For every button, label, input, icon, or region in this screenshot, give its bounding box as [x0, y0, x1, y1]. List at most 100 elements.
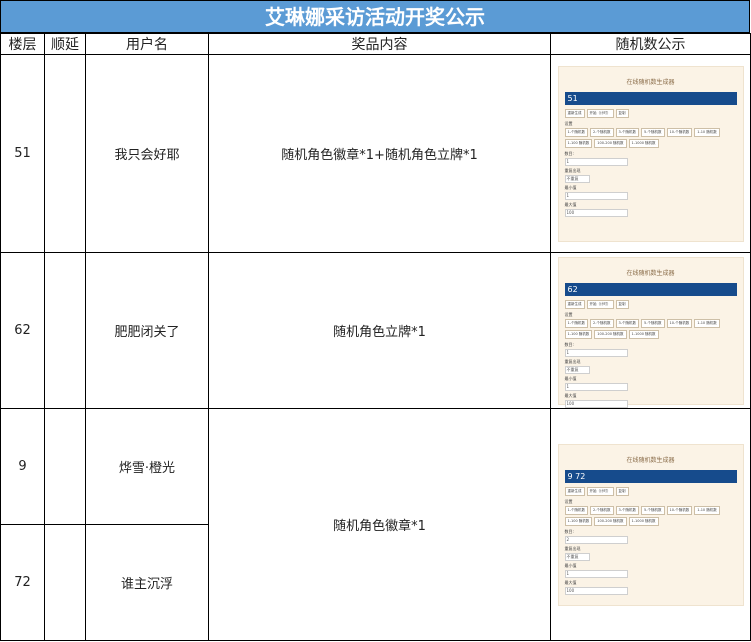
repeat-select: 不重复 — [564, 174, 590, 183]
cell-user: 肥肥闭关了 — [85, 252, 209, 409]
min-field: 1 — [564, 382, 628, 391]
min-field: 1 — [564, 191, 628, 200]
preset-button: 1-个随机数 — [564, 318, 588, 328]
min-field: 1 — [564, 569, 628, 578]
preset-button: 5-个随机数 — [641, 505, 665, 515]
rng-presets: 1-个随机数 2-个随机数 3-个随机数 5-个随机数 10-个随机数 1-10… — [564, 505, 737, 526]
preset-button: 3-个随机数 — [615, 318, 639, 328]
regenerate-button: 重新生成 — [564, 108, 585, 118]
repeat-label: 重复出现 — [564, 167, 581, 173]
preset-button: 2-个随机数 — [590, 505, 614, 515]
repeat-select: 不重复 — [564, 365, 590, 374]
cell-floor: 9 — [0, 408, 45, 525]
rng-presets: 1-个随机数 2-个随机数 3-个随机数 5-个随机数 10-个随机数 1-10… — [564, 127, 737, 148]
preset-button: 1-1000 随机数 — [628, 516, 659, 526]
preset-button: 10-个随机数 — [666, 318, 693, 328]
preset-button: 1-100 随机数 — [564, 329, 593, 339]
count-field: 2 — [564, 535, 628, 544]
max-field: 100 — [564, 399, 628, 408]
preset-button: 2-个随机数 — [590, 318, 614, 328]
regenerate-button: 重新生成 — [564, 486, 585, 496]
settings-label: 设置 — [564, 120, 573, 126]
table-row: 51 我只会好耶 随机角色徽章*1+随机角色立牌*1 在线随机数生成器 51 重… — [0, 54, 751, 253]
cell-defer — [44, 54, 86, 253]
cell-random: 在线随机数生成器 51 重新生成 开始（计时） 复制 设置 1-个随机数 2-个… — [550, 54, 751, 253]
preset-button: 100-200 随机数 — [594, 516, 627, 526]
cell-floor: 62 — [0, 252, 45, 409]
cell-defer — [44, 252, 86, 409]
cell-floor: 51 — [0, 54, 45, 253]
preset-button: 3-个随机数 — [615, 505, 639, 515]
min-label: 最小值 — [564, 184, 577, 190]
preset-button: 10-个随机数 — [666, 505, 693, 515]
rng-screenshot: 在线随机数生成器 62 重新生成 开始（计时） 复制 设置 1-个随机数 2-个… — [557, 256, 744, 408]
preset-button: 1-100 随机数 — [564, 516, 593, 526]
cell-user: 我只会好耶 — [85, 54, 209, 253]
cell-prize: 随机角色立牌*1 — [208, 252, 551, 409]
rng-result: 51 — [564, 91, 737, 105]
rng-actions: 重新生成 开始（计时） 复制 — [564, 486, 737, 496]
start-button: 开始（计时） — [586, 108, 614, 118]
sheet-title: 艾琳娜采访活动开奖公示 — [0, 0, 750, 33]
max-field: 100 — [564, 208, 628, 217]
count-label: 数目: — [564, 341, 574, 347]
header-defer: 顺延 — [44, 33, 86, 55]
header-floor: 楼层 — [0, 33, 45, 55]
cell-user: 谁主沉浮 — [85, 524, 209, 641]
rng-screenshot: 在线随机数生成器 51 重新生成 开始（计时） 复制 设置 1-个随机数 2-个… — [557, 65, 744, 242]
rng-presets: 1-个随机数 2-个随机数 3-个随机数 5-个随机数 10-个随机数 1-10… — [564, 318, 737, 339]
preset-button: 1-10 随机数 — [694, 318, 720, 328]
rng-result: 9 72 — [564, 469, 737, 483]
cell-random: 在线随机数生成器 9 72 重新生成 开始（计时） 复制 设置 1-个随机数 2… — [550, 408, 751, 641]
preset-button: 1-个随机数 — [564, 505, 588, 515]
regenerate-button: 重新生成 — [564, 299, 585, 309]
preset-button: 1-个随机数 — [564, 127, 588, 137]
preset-button: 5-个随机数 — [641, 318, 665, 328]
cell-prize: 随机角色徽章*1 — [208, 408, 551, 641]
preset-button: 2-个随机数 — [590, 127, 614, 137]
rng-title: 在线随机数生成器 — [626, 78, 675, 86]
table-row: 62 肥肥闭关了 随机角色立牌*1 在线随机数生成器 62 重新生成 开始（计时… — [0, 252, 751, 409]
repeat-select: 不重复 — [564, 552, 590, 561]
count-label: 数目: — [564, 528, 574, 534]
cell-random: 在线随机数生成器 62 重新生成 开始（计时） 复制 设置 1-个随机数 2-个… — [550, 252, 751, 409]
preset-button: 1-10 随机数 — [694, 127, 720, 137]
cell-floor: 72 — [0, 524, 45, 641]
start-button: 开始（计时） — [586, 299, 614, 309]
min-label: 最小值 — [564, 562, 577, 568]
copy-button: 复制 — [615, 108, 629, 118]
copy-button: 复制 — [615, 486, 629, 496]
rng-actions: 重新生成 开始（计时） 复制 — [564, 108, 737, 118]
max-label: 最大值 — [564, 201, 577, 207]
rng-screenshot: 在线随机数生成器 9 72 重新生成 开始（计时） 复制 设置 1-个随机数 2… — [557, 443, 744, 606]
start-button: 开始（计时） — [586, 486, 614, 496]
cell-defer — [44, 408, 86, 525]
preset-button: 1-10 随机数 — [694, 505, 720, 515]
count-label: 数目: — [564, 150, 574, 156]
preset-button: 1-1000 随机数 — [628, 138, 659, 148]
max-label: 最大值 — [564, 392, 577, 398]
header-random: 随机数公示 — [550, 33, 751, 55]
spreadsheet: 艾琳娜采访活动开奖公示 楼层 顺延 用户名 奖品内容 随机数公示 51 我只会好… — [0, 0, 751, 642]
rng-title: 在线随机数生成器 — [626, 456, 675, 464]
header-user: 用户名 — [85, 33, 209, 55]
cell-defer — [44, 524, 86, 641]
preset-button: 100-200 随机数 — [594, 329, 627, 339]
rng-title: 在线随机数生成器 — [626, 269, 675, 277]
table-row: 9 烨雪·橙光 随机角色徽章*1 在线随机数生成器 9 72 重新生成 开始（计… — [0, 408, 751, 641]
header-row: 楼层 顺延 用户名 奖品内容 随机数公示 — [0, 33, 751, 55]
settings-label: 设置 — [564, 498, 573, 504]
rng-actions: 重新生成 开始（计时） 复制 — [564, 299, 737, 309]
settings-label: 设置 — [564, 311, 573, 317]
repeat-label: 重复出现 — [564, 545, 581, 551]
header-prize: 奖品内容 — [208, 33, 551, 55]
min-label: 最小值 — [564, 375, 577, 381]
rng-result: 62 — [564, 282, 737, 296]
count-field: 1 — [564, 348, 628, 357]
preset-button: 3-个随机数 — [615, 127, 639, 137]
preset-button: 10-个随机数 — [666, 127, 693, 137]
preset-button: 1-1000 随机数 — [628, 329, 659, 339]
copy-button: 复制 — [615, 299, 629, 309]
repeat-label: 重复出现 — [564, 358, 581, 364]
cell-user: 烨雪·橙光 — [85, 408, 209, 525]
